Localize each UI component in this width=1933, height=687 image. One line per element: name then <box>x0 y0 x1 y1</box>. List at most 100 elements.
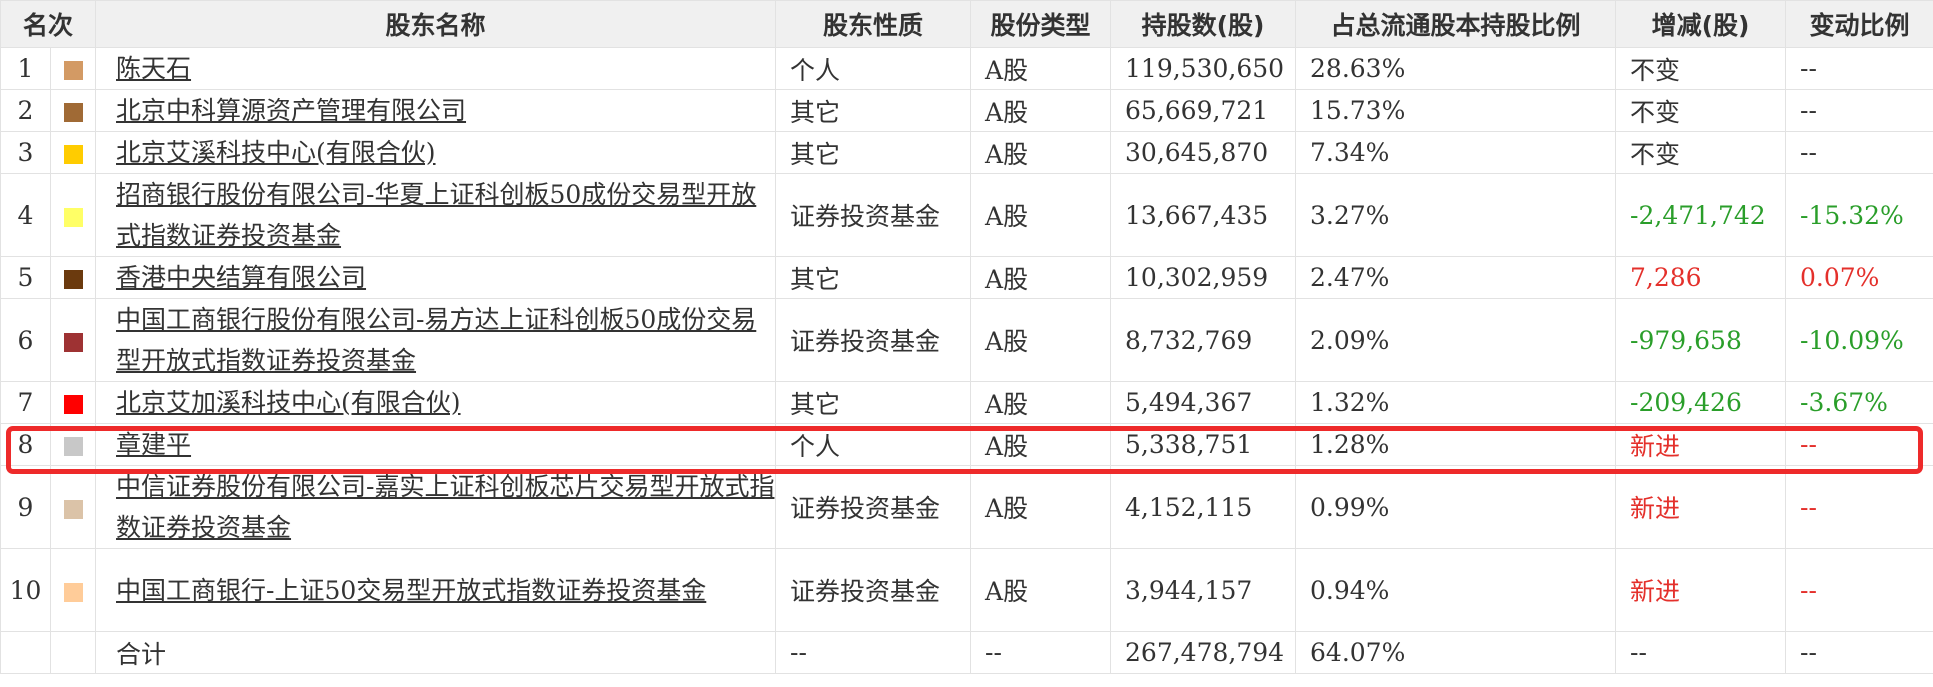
change-cell: 新进 <box>1615 465 1787 549</box>
header-change[interactable]: 增减(股) <box>1615 0 1787 48</box>
shareholder-name-link[interactable]: 招商银行股份有限公司-华夏上证科创板50成份交易型开放式指数证券投资基金 <box>116 180 756 250</box>
change-cell: 不变 <box>1615 131 1787 174</box>
total-change-pct: -- <box>1785 631 1933 674</box>
rank-cell: 7 <box>0 381 51 424</box>
shares-cell: 4,152,115 <box>1110 465 1297 549</box>
total-row: 合计 -- -- 267,478,794 64.07% -- -- <box>0 631 1933 674</box>
table-row[interactable]: 5 香港中央结算有限公司 其它 A股 10,302,959 2.47% 7,286 0.07% <box>0 256 1933 299</box>
ratio-cell: 3.27% <box>1295 173 1617 257</box>
name-cell: 北京中科算源资产管理有限公司 <box>95 89 777 132</box>
type-cell: A股 <box>970 131 1112 174</box>
swatch-cell <box>49 465 97 549</box>
shareholder-name-link[interactable]: 中国工商银行-上证50交易型开放式指数证券投资基金 <box>116 576 706 605</box>
color-swatch <box>63 103 83 122</box>
color-swatch <box>63 207 83 227</box>
table-row[interactable]: 1 陈天石 个人 A股 119,530,650 28.63% 不变 -- <box>0 47 1933 90</box>
color-swatch <box>63 145 83 164</box>
table-row[interactable]: 2 北京中科算源资产管理有限公司 其它 A股 65,669,721 15.73% 不变 -- <box>0 89 1933 132</box>
swatch-cell <box>49 423 97 466</box>
ratio-cell: 0.99% <box>1295 465 1617 549</box>
rank-cell: 10 <box>0 548 51 632</box>
type-cell: A股 <box>970 173 1112 257</box>
header-name[interactable]: 股东名称 <box>95 0 777 48</box>
change-pct-cell: 0.07% <box>1785 256 1933 299</box>
type-cell: A股 <box>970 423 1112 466</box>
rank-cell: 6 <box>0 298 51 382</box>
name-cell: 招商银行股份有限公司-华夏上证科创板50成份交易型开放式指数证券投资基金 <box>95 173 777 257</box>
ratio-cell: 1.28% <box>1295 423 1617 466</box>
type-cell: A股 <box>970 298 1112 382</box>
header-nature[interactable]: 股东性质 <box>775 0 972 48</box>
nature-cell: 个人 <box>775 423 972 466</box>
type-cell: A股 <box>970 548 1112 632</box>
table-row[interactable]: 4 招商银行股份有限公司-华夏上证科创板50成份交易型开放式指数证券投资基金 证券投… <box>0 173 1933 257</box>
table-row[interactable]: 3 北京艾溪科技中心(有限合伙) 其它 A股 30,645,870 7.34% 不变 -- <box>0 131 1933 174</box>
rank-cell: 9 <box>0 465 51 549</box>
shareholder-name-link[interactable]: 中信证券股份有限公司-嘉实上证科创板芯片交易型开放式指数证券投资基金 <box>116 472 774 542</box>
color-swatch <box>63 499 83 519</box>
swatch-cell <box>49 256 97 299</box>
color-swatch <box>63 270 83 289</box>
total-type: -- <box>970 631 1112 674</box>
total-ratio: 64.07% <box>1295 631 1617 674</box>
change-pct-cell: -- <box>1785 548 1933 632</box>
name-cell: 香港中央结算有限公司 <box>95 256 777 299</box>
ratio-cell: 15.73% <box>1295 89 1617 132</box>
shares-cell: 13,667,435 <box>1110 173 1297 257</box>
shareholder-name-link[interactable]: 北京艾加溪科技中心(有限合伙) <box>116 388 461 417</box>
ratio-cell: 2.09% <box>1295 298 1617 382</box>
nature-cell: 证券投资基金 <box>775 173 972 257</box>
ratio-cell: 0.94% <box>1295 548 1617 632</box>
table-row[interactable]: 10 中国工商银行-上证50交易型开放式指数证券投资基金 证券投资基金 A股 3,944… <box>0 548 1933 632</box>
shares-cell: 5,494,367 <box>1110 381 1297 424</box>
type-cell: A股 <box>970 381 1112 424</box>
type-cell: A股 <box>970 465 1112 549</box>
header-rank[interactable]: 名次 <box>0 0 97 48</box>
shareholder-name-link[interactable]: 北京中科算源资产管理有限公司 <box>116 96 466 125</box>
shareholder-name-link[interactable]: 北京艾溪科技中心(有限合伙) <box>116 138 436 167</box>
total-nature: -- <box>775 631 972 674</box>
table-row[interactable]: 8 章建平 个人 A股 5,338,751 1.28% 新进 -- <box>0 423 1933 466</box>
name-cell: 陈天石 <box>95 47 777 90</box>
color-swatch <box>63 332 83 352</box>
swatch-cell <box>49 548 97 632</box>
nature-cell: 其它 <box>775 381 972 424</box>
change-cell: -209,426 <box>1615 381 1787 424</box>
change-cell: 不变 <box>1615 47 1787 90</box>
shareholder-name-link[interactable]: 陈天石 <box>116 54 191 83</box>
table-row[interactable]: 6 中国工商银行股份有限公司-易方达上证科创板50成份交易型开放式指数证券投资基金… <box>0 298 1933 382</box>
header-type[interactable]: 股份类型 <box>970 0 1112 48</box>
shares-cell: 30,645,870 <box>1110 131 1297 174</box>
type-cell: A股 <box>970 89 1112 132</box>
shares-cell: 65,669,721 <box>1110 89 1297 132</box>
nature-cell: 其它 <box>775 89 972 132</box>
shareholder-name-link[interactable]: 章建平 <box>116 430 191 459</box>
nature-cell: 其它 <box>775 131 972 174</box>
rank-cell: 1 <box>0 47 51 90</box>
color-swatch <box>63 61 83 80</box>
name-cell: 北京艾溪科技中心(有限合伙) <box>95 131 777 174</box>
table-row[interactable]: 9 中信证券股份有限公司-嘉实上证科创板芯片交易型开放式指数证券投资基金 证券投资基… <box>0 465 1933 549</box>
type-cell: A股 <box>970 47 1112 90</box>
shares-cell: 10,302,959 <box>1110 256 1297 299</box>
header-shares[interactable]: 持股数(股) <box>1110 0 1297 48</box>
total-rank-cell <box>0 631 51 674</box>
change-pct-cell: -- <box>1785 47 1933 90</box>
shareholder-table: 名次 股东名称 股东性质 股份类型 持股数(股) 占总流通股本持股比例 增减(股… <box>0 0 1933 674</box>
change-cell: 不变 <box>1615 89 1787 132</box>
table-row[interactable]: 7 北京艾加溪科技中心(有限合伙) 其它 A股 5,494,367 1.32% -209,4… <box>0 381 1933 424</box>
rank-cell: 3 <box>0 131 51 174</box>
shareholder-name-link[interactable]: 中国工商银行股份有限公司-易方达上证科创板50成份交易型开放式指数证券投资基金 <box>116 305 756 375</box>
shares-cell: 5,338,751 <box>1110 423 1297 466</box>
swatch-cell <box>49 298 97 382</box>
color-swatch <box>63 395 83 414</box>
swatch-cell <box>49 173 97 257</box>
total-change: -- <box>1615 631 1787 674</box>
rank-cell: 2 <box>0 89 51 132</box>
shares-cell: 119,530,650 <box>1110 47 1297 90</box>
total-label: 合计 <box>95 631 777 674</box>
total-swatch-cell <box>49 631 97 674</box>
header-change-pct[interactable]: 变动比例 <box>1785 0 1933 48</box>
shareholder-name-link[interactable]: 香港中央结算有限公司 <box>116 263 366 292</box>
header-ratio[interactable]: 占总流通股本持股比例 <box>1295 0 1617 48</box>
